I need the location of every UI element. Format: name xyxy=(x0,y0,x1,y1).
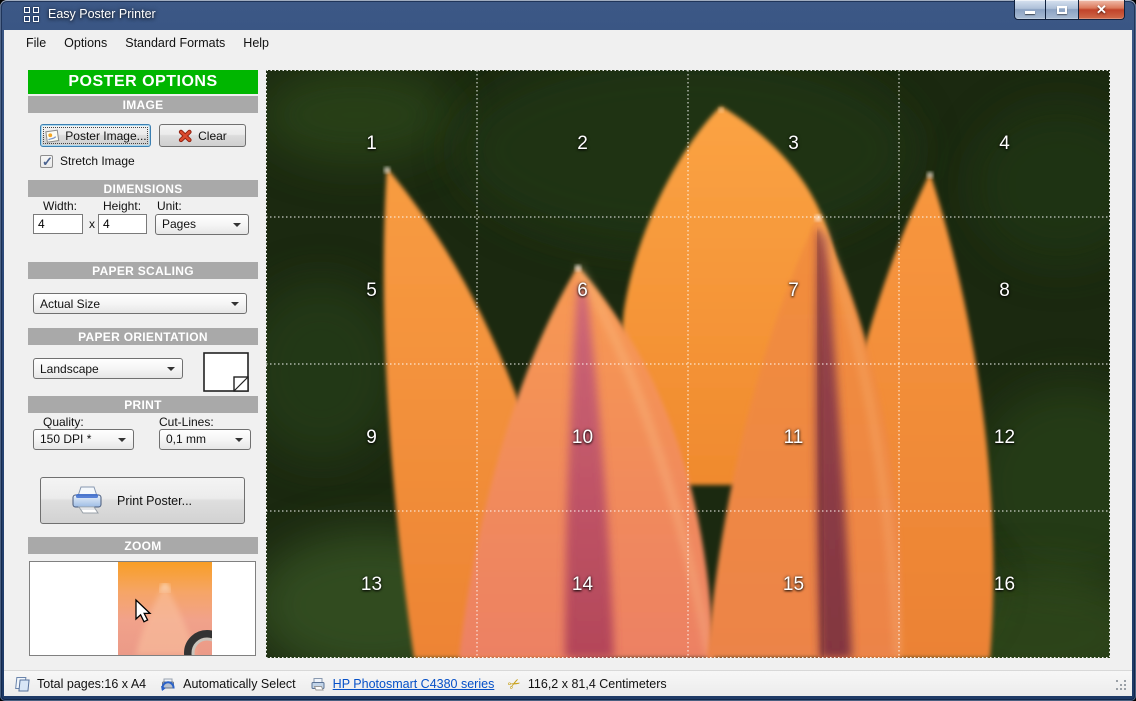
poster-cell-number: 10 xyxy=(571,426,594,448)
stretch-image-label: Stretch Image xyxy=(60,154,135,168)
poster-cell-number: 15 xyxy=(782,573,805,595)
photo-icon xyxy=(45,129,60,143)
width-label: Width: xyxy=(43,199,78,213)
menu-bar: File Options Standard Formats Help xyxy=(4,30,1132,56)
menu-file[interactable]: File xyxy=(17,32,55,54)
zoom-preview xyxy=(29,561,256,656)
status-bar: Total pages:16 x A4 Automatically Select… xyxy=(4,670,1132,696)
auto-printer-icon xyxy=(161,678,175,691)
zoom-preview-image xyxy=(30,562,255,655)
poster-cell-number: 8 xyxy=(999,279,1010,301)
menu-help[interactable]: Help xyxy=(234,32,278,54)
minimize-icon xyxy=(1025,11,1035,14)
paper-source-text: Automatically Select xyxy=(183,676,296,691)
height-label: Height: xyxy=(103,199,142,213)
close-button[interactable]: ✕ xyxy=(1079,0,1125,20)
status-poster-size: ✂ 116,2 x 81,4 Centimeters xyxy=(505,673,667,695)
quality-label: Quality: xyxy=(43,415,84,429)
paper-orientation-dropdown[interactable]: Landscape xyxy=(33,358,183,379)
pages-icon xyxy=(15,676,30,691)
resize-grip[interactable] xyxy=(1116,680,1127,691)
paper-scaling-value: Actual Size xyxy=(40,296,101,311)
status-printer: HP Photosmart C4380 series xyxy=(310,676,495,692)
minimize-button[interactable] xyxy=(1014,0,1046,20)
quality-value: 150 DPI * xyxy=(40,432,92,446)
poster-cell-number: 2 xyxy=(577,132,588,154)
poster-cell-number: 14 xyxy=(571,573,594,595)
poster-size-text: 116,2 x 81,4 Centimeters xyxy=(527,676,667,691)
chevron-down-icon xyxy=(233,222,241,227)
clear-button-label: Clear xyxy=(198,128,227,143)
unit-dropdown[interactable]: Pages xyxy=(155,213,249,235)
poster-cell-number: 1 xyxy=(366,132,377,154)
unit-label: Unit: xyxy=(157,199,182,213)
check-icon: ✓ xyxy=(42,153,53,169)
app-window: Easy Poster Printer ✕ File Options Stand… xyxy=(0,0,1136,701)
chevron-down-icon xyxy=(118,437,126,442)
poster-cell-number: 16 xyxy=(993,573,1016,595)
paper-scaling-dropdown[interactable]: Actual Size xyxy=(33,293,247,314)
section-header-print: PRINT xyxy=(28,396,258,413)
poster-cell-number: 3 xyxy=(788,132,799,154)
window-title: Easy Poster Printer xyxy=(48,7,156,21)
section-header-image: IMAGE xyxy=(28,96,258,113)
chevron-down-icon xyxy=(231,302,239,306)
width-input[interactable] xyxy=(33,214,83,234)
landscape-paper-icon xyxy=(203,352,249,392)
cutlines-value: 0,1 mm xyxy=(166,432,207,446)
poster-cell-number: 7 xyxy=(788,279,799,301)
maximize-button[interactable] xyxy=(1046,0,1079,20)
poster-canvas[interactable]: 1 2 3 4 5 6 7 8 9 10 11 12 13 14 15 16 xyxy=(266,70,1110,658)
poster-cell-number: 9 xyxy=(366,426,377,448)
poster-cell-number: 5 xyxy=(366,279,377,301)
status-paper-source: Automatically Select xyxy=(160,676,296,692)
poster-image-button[interactable]: Poster Image... xyxy=(40,124,151,147)
times-separator: x xyxy=(89,217,95,231)
total-pages-text: Total pages:16 x A4 xyxy=(37,676,147,691)
menu-standard-formats[interactable]: Standard Formats xyxy=(116,32,234,54)
section-header-paper-orientation: PAPER ORIENTATION xyxy=(28,328,258,345)
section-header-paper-scaling: PAPER SCALING xyxy=(28,262,258,279)
clear-x-icon xyxy=(178,129,192,143)
poster-cell-number: 4 xyxy=(999,132,1010,154)
chevron-down-icon xyxy=(235,437,243,442)
paper-orientation-value: Landscape xyxy=(40,361,99,376)
poster-cell-number: 13 xyxy=(360,573,383,595)
stretch-image-checkbox[interactable]: ✓ xyxy=(40,153,53,169)
app-icon xyxy=(24,7,41,23)
print-poster-button[interactable]: Print Poster... xyxy=(40,477,245,524)
clear-button[interactable]: Clear xyxy=(158,124,246,147)
scissors-icon: ✂ xyxy=(505,673,525,695)
maximize-icon xyxy=(1057,5,1067,14)
height-input[interactable] xyxy=(98,214,147,234)
close-icon: ✕ xyxy=(1096,1,1107,17)
cutlines-dropdown[interactable]: 0,1 mm xyxy=(159,428,251,450)
print-poster-label: Print Poster... xyxy=(116,493,193,508)
section-header-zoom: ZOOM xyxy=(28,537,258,554)
poster-cell-number: 6 xyxy=(577,279,588,301)
poster-cell-number: 12 xyxy=(993,426,1016,448)
panel-title: POSTER OPTIONS xyxy=(28,70,258,94)
tulip-photo xyxy=(266,70,1110,658)
poster-cell-number: 11 xyxy=(783,426,804,448)
cutlines-label: Cut-Lines: xyxy=(159,415,214,429)
title-bar[interactable]: Easy Poster Printer ✕ xyxy=(0,0,1136,30)
chevron-down-icon xyxy=(167,367,175,371)
unit-value: Pages xyxy=(162,217,197,231)
section-header-dimensions: DIMENSIONS xyxy=(28,180,258,197)
client-area: File Options Standard Formats Help POSTE… xyxy=(4,30,1132,696)
printer-icon xyxy=(311,677,325,690)
quality-dropdown[interactable]: 150 DPI * xyxy=(33,428,134,450)
poster-image-button-label: Poster Image... xyxy=(65,128,147,143)
printer-link[interactable]: HP Photosmart C4380 series xyxy=(333,677,495,691)
printer-icon xyxy=(72,486,102,514)
poster-options-panel: POSTER OPTIONS IMAGE Poster Image... Cle… xyxy=(28,70,258,662)
status-total-pages: Total pages:16 x A4 xyxy=(14,676,146,692)
menu-options[interactable]: Options xyxy=(55,32,116,54)
